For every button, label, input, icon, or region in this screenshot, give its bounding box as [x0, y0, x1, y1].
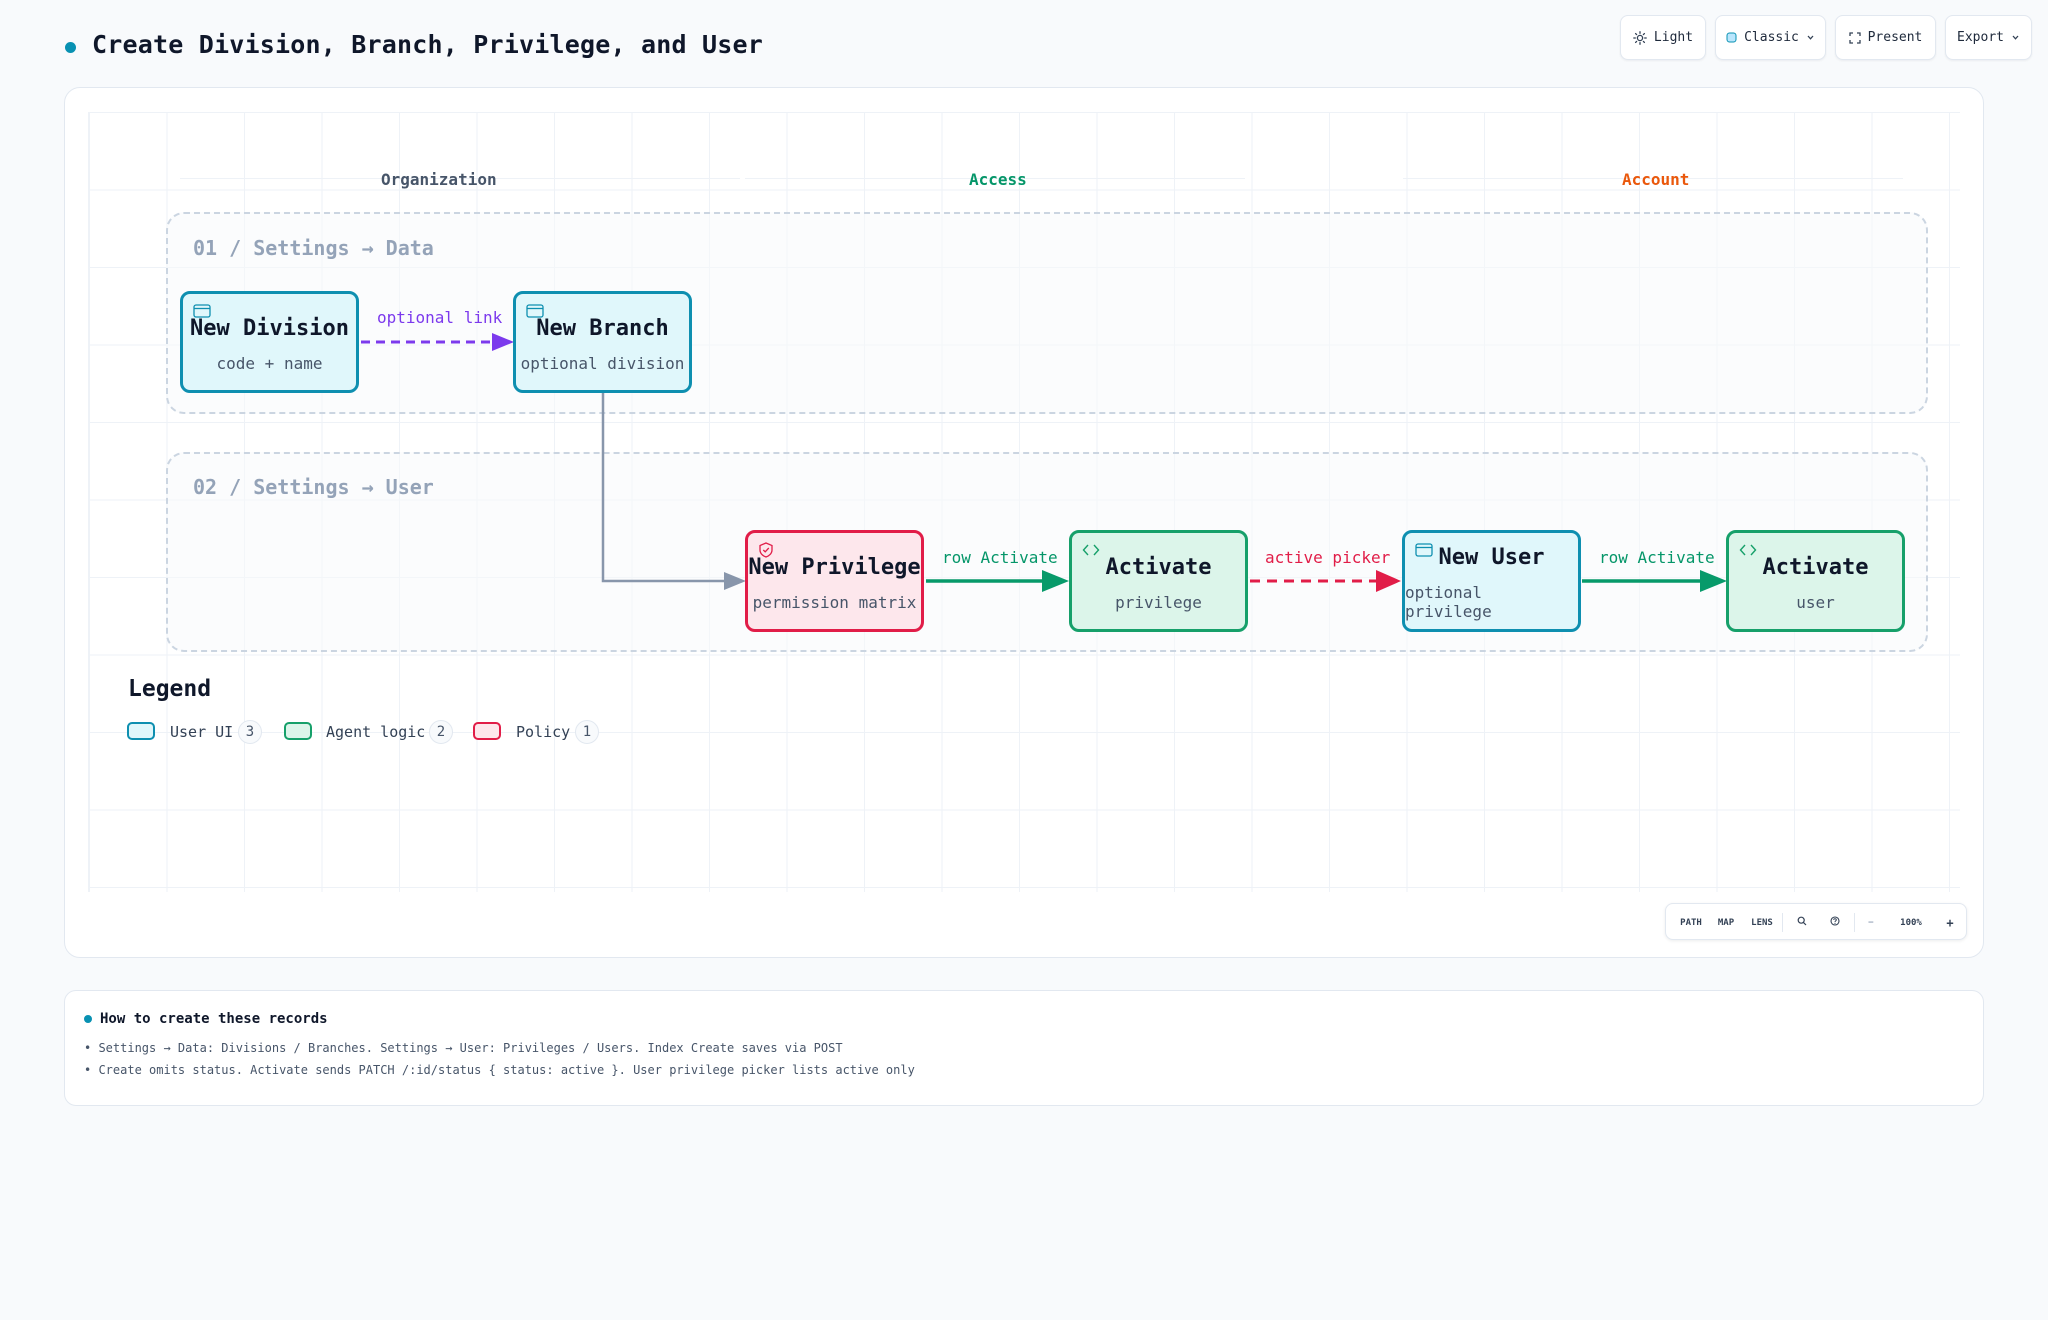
zoom-level: 100% — [1900, 917, 1922, 928]
node-subtitle: code + name — [216, 353, 323, 373]
node-subtitle: user — [1796, 592, 1835, 612]
legend-count-agent-logic: 2 — [429, 720, 453, 744]
arrowhead — [492, 333, 514, 351]
node-new-division[interactable]: New Division code + name — [180, 291, 359, 393]
view-controls: PATH MAP LENS − 100% + — [1665, 903, 1967, 940]
node-title: New Privilege — [748, 554, 921, 580]
arrowhead — [1376, 570, 1401, 592]
code-icon — [1739, 542, 1757, 561]
search-button[interactable] — [1787, 904, 1817, 941]
edge-branch-to-privilege — [601, 393, 728, 583]
diagram-edges — [361, 333, 1727, 592]
help-icon — [1830, 916, 1840, 929]
edge-label-row-activate: row Activate — [1599, 548, 1715, 567]
legend-swatch-agent-logic — [284, 722, 312, 740]
path-mode-button[interactable]: PATH — [1674, 904, 1708, 941]
node-subtitle: optional division — [520, 353, 685, 373]
divider — [1854, 913, 1855, 932]
edge-label-optional-link: optional link — [377, 308, 503, 327]
legend-count-policy: 1 — [575, 720, 599, 744]
legend-swatch-user-ui — [127, 722, 155, 740]
node-new-branch[interactable]: New Branch optional division — [513, 291, 692, 393]
lens-mode-button[interactable]: LENS — [1745, 904, 1779, 941]
window-icon — [193, 303, 211, 322]
legend-label-user-ui: User UI — [170, 723, 234, 741]
node-new-privilege[interactable]: New Privilege permission matrix — [745, 530, 924, 632]
node-activate-user[interactable]: Activate user — [1726, 530, 1905, 632]
legend-label-agent-logic: Agent logic — [326, 723, 426, 741]
edge-label-active-picker: active picker — [1265, 548, 1391, 567]
edge-label-row-activate: row Activate — [942, 548, 1058, 567]
legend-count-user-ui: 3 — [238, 720, 262, 744]
notes-line: • Create omits status. Activate sends PA… — [84, 1063, 915, 1077]
window-icon — [1415, 542, 1433, 561]
zoom-in-button[interactable]: + — [1938, 904, 1962, 941]
node-subtitle: permission matrix — [752, 592, 917, 612]
legend-swatch-policy — [473, 722, 501, 740]
search-icon — [1797, 916, 1807, 929]
arrowhead — [1042, 570, 1069, 592]
notes-bullet — [84, 1015, 92, 1023]
node-title: New User — [1438, 545, 1545, 570]
help-button[interactable] — [1820, 904, 1850, 941]
node-activate-privilege[interactable]: Activate privilege — [1069, 530, 1248, 632]
arrowhead — [724, 572, 746, 590]
shield-icon — [758, 542, 774, 562]
code-icon — [1082, 542, 1100, 561]
legend-title: Legend — [128, 676, 212, 702]
notes-line: • Settings → Data: Divisions / Branches.… — [84, 1041, 843, 1055]
notes-title: How to create these records — [100, 1011, 328, 1027]
node-new-user[interactable]: New User optional privilege — [1402, 530, 1581, 632]
arrowhead — [1700, 570, 1727, 592]
divider — [1782, 913, 1783, 932]
node-subtitle: optional privilege — [1405, 583, 1492, 621]
node-title: New Division — [190, 315, 349, 341]
window-icon — [526, 303, 544, 322]
zoom-out-button[interactable]: − — [1859, 904, 1883, 941]
node-title: Activate — [1105, 554, 1212, 580]
legend-label-policy: Policy — [516, 723, 571, 741]
node-subtitle: privilege — [1115, 592, 1202, 612]
node-title: Activate — [1762, 554, 1869, 580]
map-mode-button[interactable]: MAP — [1711, 904, 1741, 941]
node-title: New Branch — [536, 315, 669, 341]
